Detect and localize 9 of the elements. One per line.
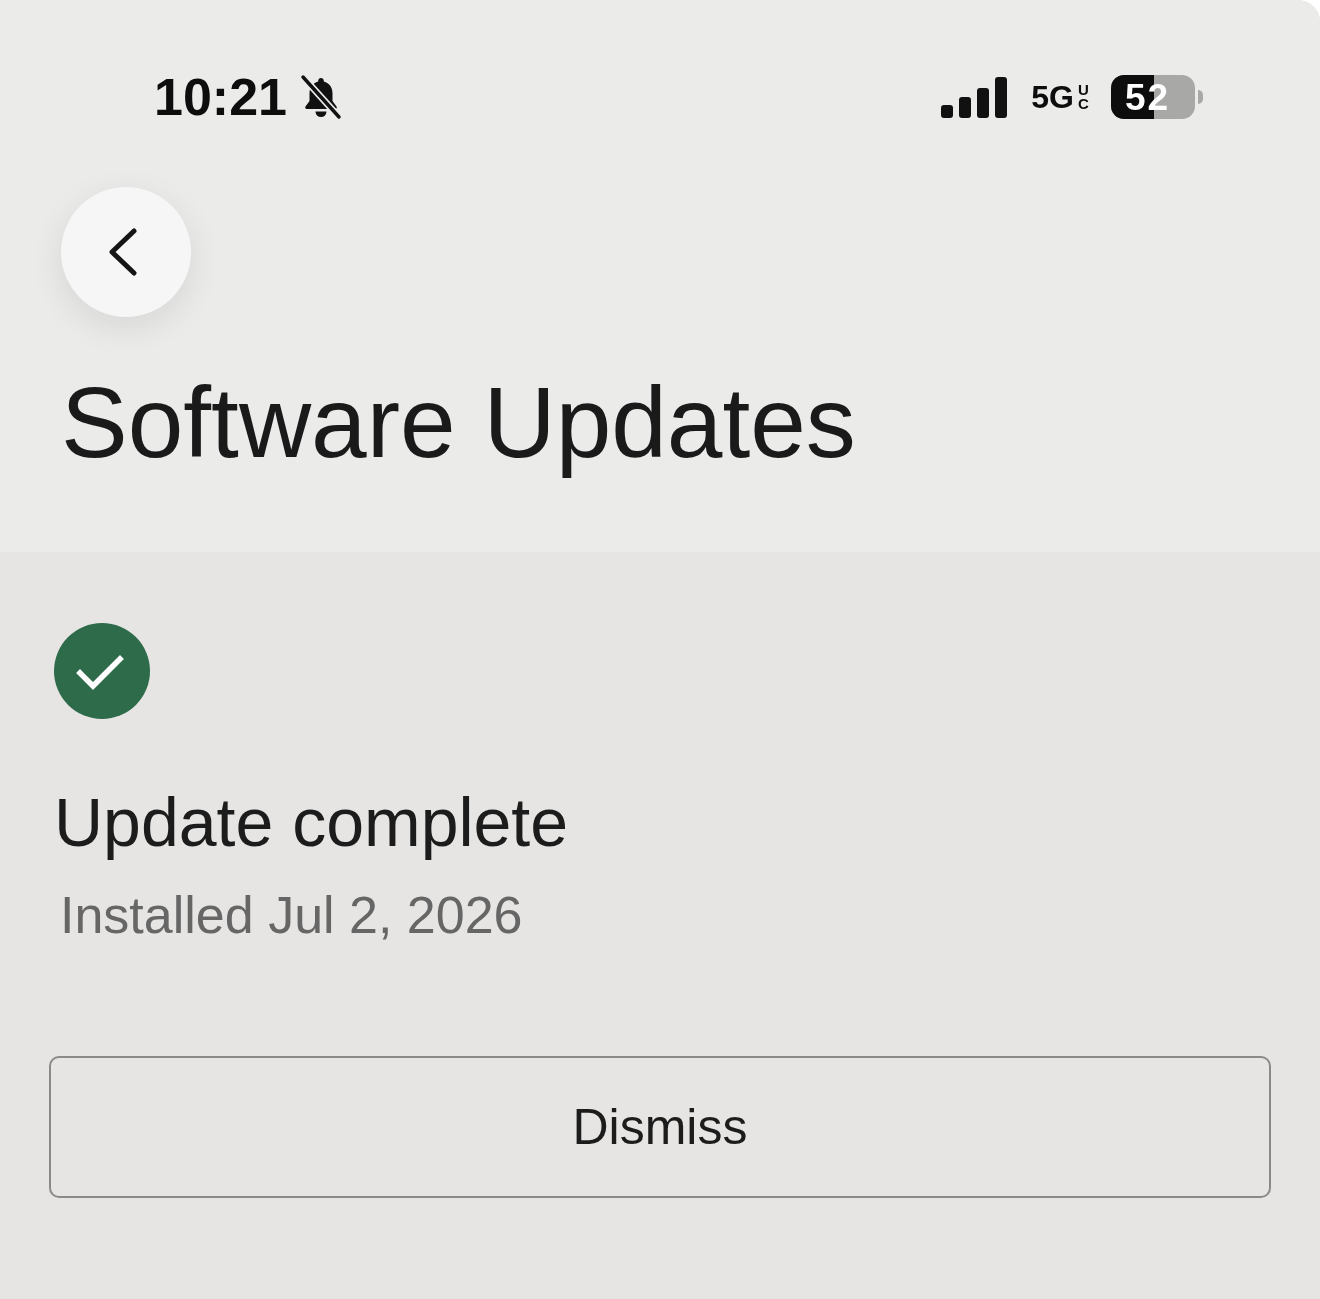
chevron-left-icon <box>108 227 138 277</box>
clock-time: 10:21 <box>154 71 287 123</box>
dismiss-button[interactable]: Dismiss <box>49 1056 1271 1198</box>
install-date: Installed Jul 2, 2026 <box>60 884 523 946</box>
page-title: Software Updates <box>61 365 856 480</box>
signal-bars-icon <box>941 76 1008 118</box>
status-title: Update complete <box>54 783 569 862</box>
network-type: 5G <box>1031 81 1074 113</box>
network-suffix-label: UC <box>1077 82 1090 112</box>
